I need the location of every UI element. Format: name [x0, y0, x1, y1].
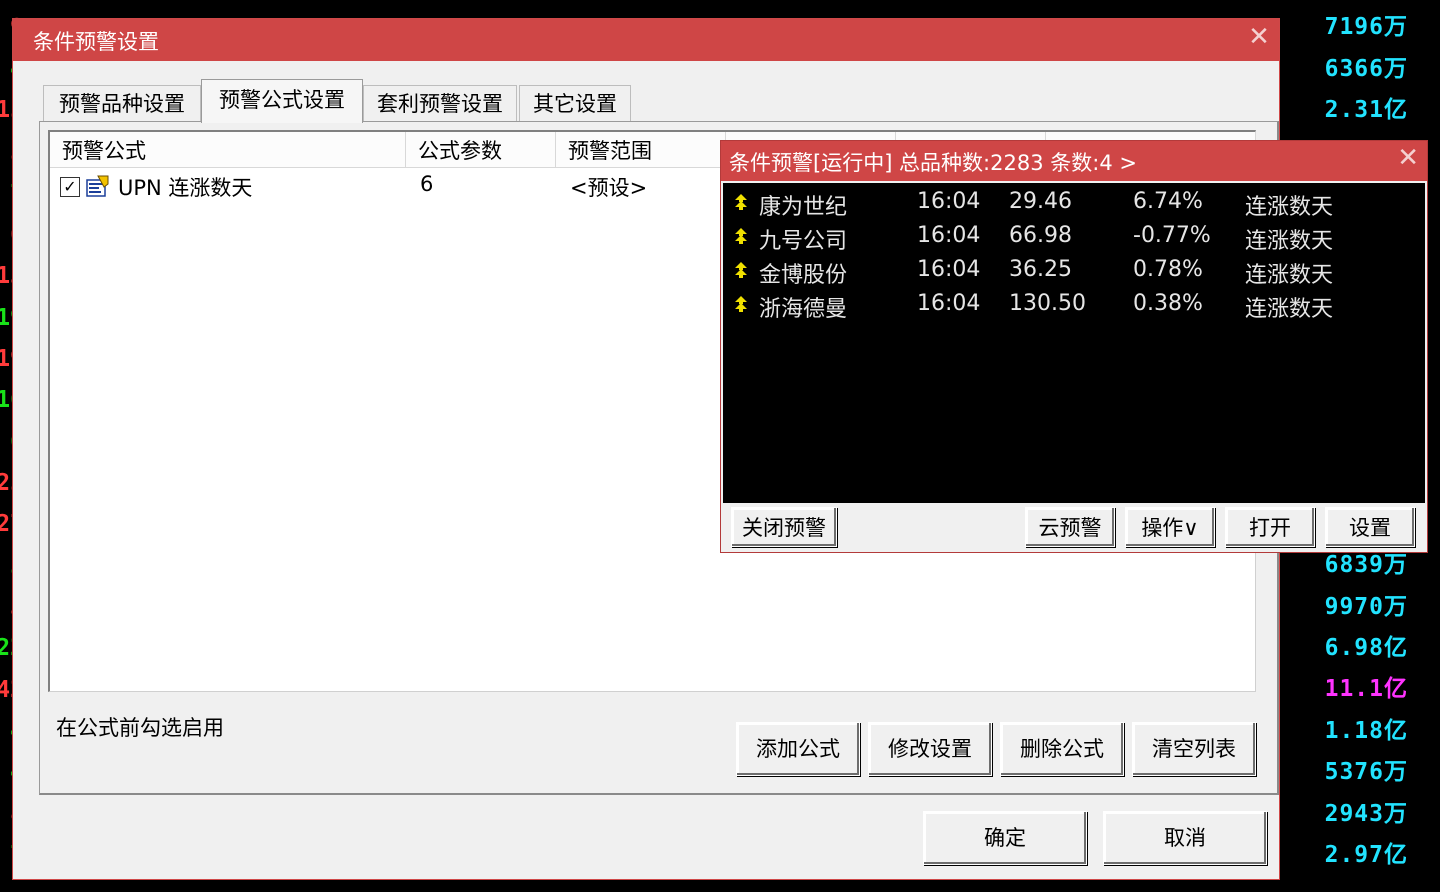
alert-time: 16:04 — [917, 257, 981, 282]
alert-name: 九号公司 — [759, 229, 848, 254]
column-range[interactable]: 预警范围 — [556, 132, 726, 168]
alert-name: 浙海德曼 — [759, 297, 848, 322]
board-amount: 11.1亿 — [1324, 676, 1408, 702]
cancel-button[interactable]: 取消 — [1103, 811, 1267, 865]
alert-change: -0.77% — [1133, 223, 1211, 248]
alert-name: 康为世纪 — [759, 195, 848, 220]
alert-price: 66.98 — [1009, 223, 1072, 248]
tab-arbitrage-settings[interactable]: 套利预警设置 — [363, 85, 517, 121]
board-amount: 5376万 — [1324, 759, 1408, 785]
settings-button[interactable]: 设置 — [1325, 507, 1415, 547]
ok-button[interactable]: 确定 — [923, 811, 1087, 865]
alert-time: 16:04 — [917, 291, 981, 316]
alert-row[interactable]: 浙海德曼 16:04 130.50 0.38% 连涨数天 — [723, 287, 1425, 322]
close-icon[interactable]: ✕ — [1245, 23, 1273, 51]
alert-change: 6.74% — [1133, 189, 1203, 214]
board-amount: 6.98亿 — [1324, 635, 1408, 661]
tab-variety-settings[interactable]: 预警品种设置 — [43, 85, 201, 121]
alert-price: 36.25 — [1009, 257, 1072, 282]
formula-icon — [86, 175, 109, 197]
alert-time: 16:04 — [917, 189, 981, 214]
open-button[interactable]: 打开 — [1225, 507, 1315, 547]
alert-condition: 连涨数天 — [1245, 195, 1334, 220]
operate-menu-button[interactable]: 操作∨ — [1125, 507, 1215, 547]
board-amount: 6839万 — [1324, 552, 1408, 578]
alert-row[interactable]: 九号公司 16:04 66.98 -0.77% 连涨数天 — [723, 219, 1425, 254]
popup-title[interactable]: 条件预警[运行中] 总品种数:2283 条数:4 > — [729, 147, 1137, 177]
formula-name: UPN 连涨数天 — [118, 176, 253, 200]
clear-list-button[interactable]: 清空列表 — [1132, 722, 1256, 776]
tab-formula-settings[interactable]: 预警公式设置 — [201, 79, 363, 123]
modify-settings-button[interactable]: 修改设置 — [868, 722, 992, 776]
rising-arrow-icon — [735, 262, 747, 278]
alert-price: 130.50 — [1009, 291, 1086, 316]
column-formula[interactable]: 预警公式 — [50, 132, 406, 168]
column-params[interactable]: 公式参数 — [406, 132, 556, 168]
rising-arrow-icon — [735, 194, 747, 210]
alert-row[interactable]: 金博股份 16:04 36.25 0.78% 连涨数天 — [723, 253, 1425, 288]
delete-formula-button[interactable]: 删除公式 — [1000, 722, 1124, 776]
alert-price: 29.46 — [1009, 189, 1072, 214]
alert-condition: 连涨数天 — [1245, 229, 1334, 254]
alert-list: 康为世纪 16:04 29.46 6.74% 连涨数天 九号公司 16:04 66.98 -0.… — [723, 183, 1425, 503]
dialog-title: 条件预警设置 — [33, 30, 159, 54]
add-formula-button[interactable]: 添加公式 — [736, 722, 860, 776]
board-amount: 2.97亿 — [1324, 842, 1408, 868]
board-amount: 6366万 — [1324, 56, 1408, 82]
dialog-titlebar: 条件预警设置 ✕ — [13, 19, 1279, 61]
alert-time: 16:04 — [917, 223, 981, 248]
board-amount: 9970万 — [1324, 594, 1408, 620]
alert-change: 0.38% — [1133, 291, 1203, 316]
tab-other-settings[interactable]: 其它设置 — [519, 85, 631, 121]
enable-hint: 在公式前勾选启用 — [56, 716, 224, 740]
popup-titlebar: 条件预警[运行中] 总品种数:2283 条数:4 > ✕ — [721, 141, 1427, 181]
board-amount: 7196万 — [1324, 14, 1408, 40]
alert-running-popup: 条件预警[运行中] 总品种数:2283 条数:4 > ✕ 康为世纪 16:04 29… — [720, 140, 1428, 553]
alert-row[interactable]: 康为世纪 16:04 29.46 6.74% 连涨数天 — [723, 185, 1425, 220]
alert-condition: 连涨数天 — [1245, 263, 1334, 288]
close-alert-button[interactable]: 关闭预警 — [731, 507, 837, 547]
cloud-alert-button[interactable]: 云预警 — [1025, 507, 1115, 547]
board-amount: 2943万 — [1324, 801, 1408, 827]
formula-params: 6 — [420, 172, 434, 196]
rising-arrow-icon — [735, 228, 747, 244]
formula-range: <预设> — [570, 176, 648, 200]
board-amount: 2.31亿 — [1324, 97, 1408, 123]
alert-name: 金博股份 — [759, 263, 848, 288]
close-icon[interactable]: ✕ — [1397, 143, 1419, 173]
board-amount: 1.18亿 — [1324, 718, 1408, 744]
enable-checkbox[interactable]: ✓ — [60, 177, 80, 197]
rising-arrow-icon — [735, 296, 747, 312]
alert-condition: 连涨数天 — [1245, 297, 1334, 322]
alert-change: 0.78% — [1133, 257, 1203, 282]
